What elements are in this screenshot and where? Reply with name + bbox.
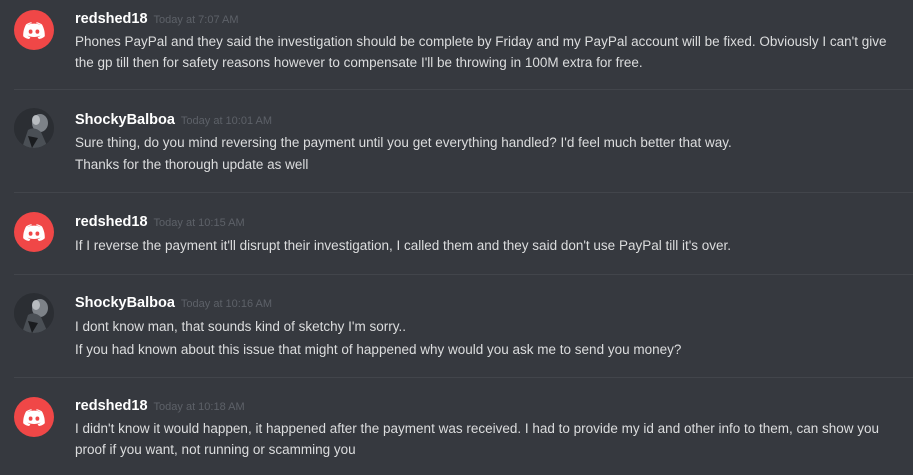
message-header: redshed18 Today at 7:07 AM <box>75 10 239 28</box>
message-divider <box>14 274 913 275</box>
timestamp: Today at 7:07 AM <box>153 14 239 26</box>
username[interactable]: ShockyBalboa <box>75 295 175 311</box>
timestamp: Today at 10:16 AM <box>180 298 273 310</box>
username[interactable]: ShockyBalboa <box>75 112 175 128</box>
message-header: ShockyBalboa Today at 10:01 AM <box>75 111 272 129</box>
username[interactable]: redshed18 <box>75 398 148 414</box>
message-divider <box>14 192 913 193</box>
message-header: redshed18 Today at 10:18 AM <box>75 397 245 415</box>
user-photo-avatar[interactable] <box>14 293 54 333</box>
user-photo-avatar[interactable] <box>14 108 54 148</box>
message-text: Thanks for the thorough update as well <box>75 157 309 172</box>
message-text: If I reverse the payment it'll disrupt t… <box>75 238 732 253</box>
discord-logo-icon[interactable] <box>14 397 54 437</box>
timestamp: Today at 10:18 AM <box>153 401 245 413</box>
discord-logo-icon[interactable] <box>14 212 54 252</box>
username[interactable]: redshed18 <box>75 214 148 230</box>
username[interactable]: redshed18 <box>75 11 148 27</box>
timestamp: Today at 10:01 AM <box>180 115 273 127</box>
message-header: redshed18 Today at 10:15 AM <box>75 213 245 231</box>
message-text: I dont know man, that sounds kind of ske… <box>75 319 406 334</box>
message-header: ShockyBalboa Today at 10:16 AM <box>75 294 272 312</box>
message-text: Sure thing, do you mind reversing the pa… <box>75 135 732 150</box>
timestamp: Today at 10:15 AM <box>153 217 245 229</box>
message-text: Phones PayPal and they said the investig… <box>75 34 887 70</box>
message-text: I didn't know it would happen, it happen… <box>75 421 880 457</box>
chat-messages: redshed18 Today at 7:07 AM Phones PayPal … <box>0 0 913 475</box>
message-text: If you had known about this issue that m… <box>75 342 682 357</box>
message-divider <box>14 377 913 378</box>
discord-logo-icon[interactable] <box>14 10 54 50</box>
message-divider <box>14 89 913 90</box>
